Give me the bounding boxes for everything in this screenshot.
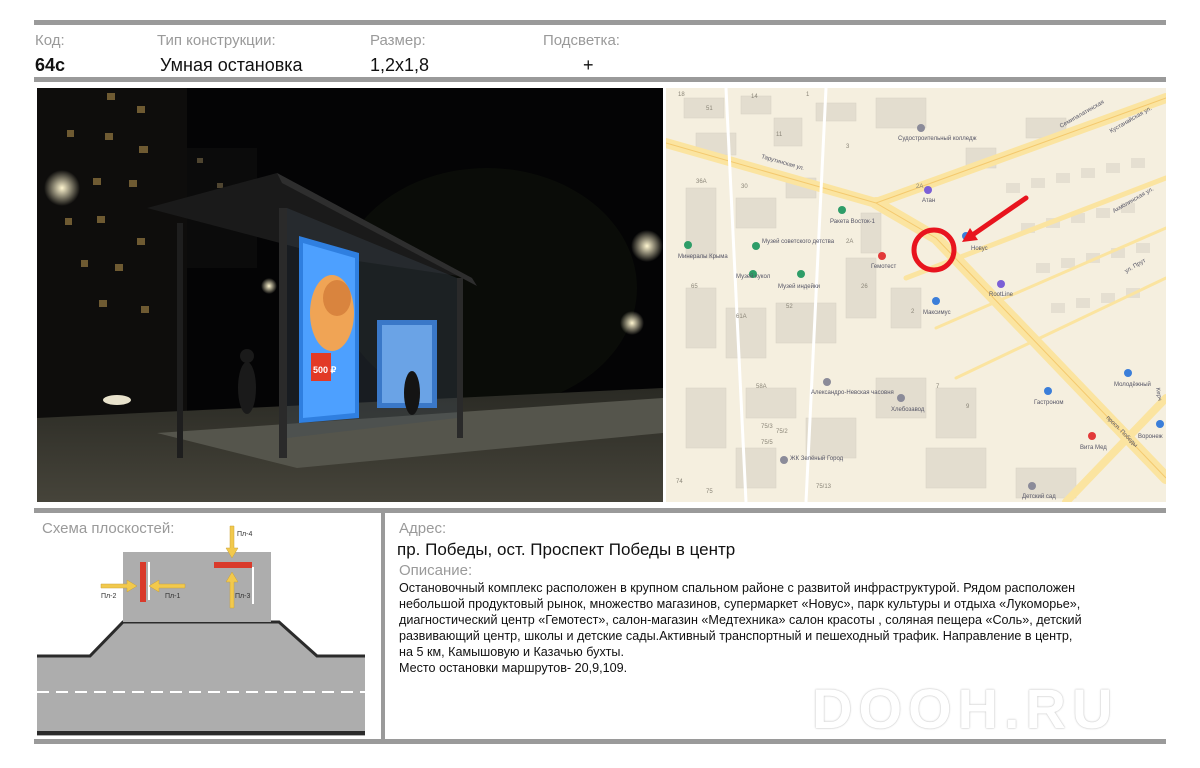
description-text: Остановочный комплекс расположен в крупн… xyxy=(399,580,1169,676)
house-number: 11 xyxy=(776,132,783,138)
address-label: Адрес: xyxy=(399,520,447,537)
svg-text:ЖК Зелёный Город: ЖК Зелёный Город xyxy=(790,455,844,462)
house-number: 75 xyxy=(706,489,713,495)
svg-text:Максимус: Максимус xyxy=(923,310,951,316)
plane-2-label: Пл-2 xyxy=(101,593,116,600)
plane-2-bar xyxy=(140,562,146,602)
lower-vertical-divider xyxy=(381,512,385,742)
description-line: Место остановки маршрутов- 20,9,109. xyxy=(399,661,628,675)
light-label: Подсветка: xyxy=(543,32,620,49)
svg-text:Хлебозавод: Хлебозавод xyxy=(891,407,925,413)
house-number: 36А xyxy=(696,179,707,185)
type-value: Умная остановка xyxy=(160,55,303,75)
svg-text:RootLine: RootLine xyxy=(989,292,1014,298)
svg-text:Александро-Невская часовня: Александро-Невская часовня xyxy=(811,390,894,396)
house-number: 2А xyxy=(846,239,853,245)
house-number: 74 xyxy=(676,479,683,485)
house-number: 58А xyxy=(756,384,767,390)
house-number: 30 xyxy=(741,184,748,190)
house-number: 2А xyxy=(916,184,923,190)
house-number: 14 xyxy=(751,94,758,100)
night-photo-drawing: 500 ₽ xyxy=(37,88,663,502)
poster-price: 500 ₽ xyxy=(313,365,337,375)
house-number: 51 xyxy=(706,106,713,112)
code-label: Код: xyxy=(35,32,65,49)
code-value: 64с xyxy=(35,55,66,75)
svg-text:Ракета Восток-1: Ракета Восток-1 xyxy=(830,219,876,225)
svg-text:Минералы Крыма: Минералы Крыма xyxy=(678,254,728,260)
address-value: пр. Победы, ост. Проспект Победы в центр xyxy=(397,540,736,559)
svg-text:Гемотест: Гемотест xyxy=(871,264,897,270)
svg-text:Гастроном: Гастроном xyxy=(1034,400,1063,406)
house-number: 75/3 xyxy=(761,424,773,430)
plane-1-label: Пл-1 xyxy=(165,593,180,600)
planes-scheme: Пл-4 Пл-2 Пл-1 Пл-3 xyxy=(37,525,365,736)
svg-text:Музей индейки: Музей индейки xyxy=(778,283,820,290)
ad-location-sheet: Код: Тип конструкции: Размер: Подсветка:… xyxy=(0,0,1200,768)
house-number: 18 xyxy=(678,92,685,98)
description-line: Остановочный комплекс расположен в крупн… xyxy=(399,581,1076,595)
description-line: развивающий центр, школы и детские сады.… xyxy=(399,629,1073,643)
description-line: диагностический центр «Гемотест», салон-… xyxy=(399,613,1082,627)
svg-text:Новус: Новус xyxy=(971,246,988,252)
top-divider xyxy=(34,20,1166,25)
house-number: 26 xyxy=(861,284,868,290)
svg-text:Судостроительный колледж: Судостроительный колледж xyxy=(898,135,976,142)
house-number: 75/2 xyxy=(776,429,788,435)
bus-stop-photo: 500 ₽ xyxy=(37,88,663,502)
svg-text:Детский сад: Детский сад xyxy=(1022,493,1056,500)
house-number: 75/13 xyxy=(816,484,832,490)
lower-divider xyxy=(34,508,1166,513)
house-number: 52 xyxy=(786,304,793,310)
plane-4-bar xyxy=(214,562,252,568)
map-drawing: Тарутинская ул. просп. Победы Семипалати… xyxy=(666,88,1166,502)
header-divider xyxy=(34,77,1166,82)
plane-3-label: Пл-3 xyxy=(235,593,250,600)
size-value: 1,2х1,8 xyxy=(370,55,430,75)
svg-text:Атан: Атан xyxy=(922,198,935,204)
svg-text:Музей советского детства: Музей советского детства xyxy=(762,238,835,245)
light-value: + xyxy=(583,55,594,75)
size-label: Размер: xyxy=(370,32,426,49)
svg-text:Молодёжный: Молодёжный xyxy=(1114,381,1151,388)
location-map[interactable]: Тарутинская ул. просп. Победы Семипалати… xyxy=(666,88,1166,502)
description-label: Описание: xyxy=(399,562,473,579)
watermark: DOOH.RU xyxy=(812,677,1119,740)
description-line: на 5 км, Камышовую и Казачью бухты. xyxy=(399,645,624,659)
svg-text:Музей кукол: Музей кукол xyxy=(736,273,771,280)
svg-text:Вита Мед: Вита Мед xyxy=(1080,445,1107,451)
house-number: 75/5 xyxy=(761,440,773,446)
house-number: 65 xyxy=(691,284,698,290)
plane-4-label: Пл-4 xyxy=(237,531,252,538)
house-number: 61А xyxy=(736,314,747,320)
description-line: небольшой продуктовый рынок, множество м… xyxy=(399,597,1081,611)
type-label: Тип конструкции: xyxy=(157,32,276,49)
svg-text:Воронеж: Воронеж xyxy=(1138,434,1163,440)
